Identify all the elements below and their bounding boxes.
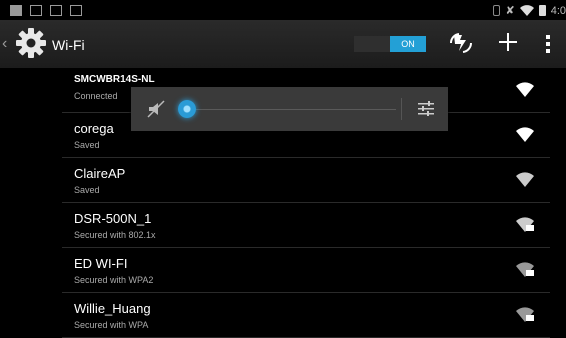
network-ssid: ED WI-FI — [74, 256, 128, 271]
picture-icon — [10, 5, 22, 16]
gear-icon[interactable] — [14, 26, 48, 60]
status-notifications — [10, 5, 82, 16]
wifi-toggle[interactable]: ON — [354, 36, 426, 52]
network-status: Secured with WPA — [74, 320, 149, 330]
status-indicators: ✘ 4:0 — [493, 4, 566, 17]
sdcard-icon — [50, 5, 62, 16]
wifi-signal-icon — [516, 127, 534, 142]
network-status: Secured with WPA2 — [74, 275, 154, 285]
network-status: Saved — [74, 140, 100, 150]
wifi-icon — [519, 5, 534, 16]
wifi-toggle-on-label: ON — [390, 36, 426, 52]
status-bar: ✘ 4:0 — [0, 0, 566, 20]
wifi-lock-icon — [516, 307, 534, 322]
mute-icon: ✘ — [505, 5, 515, 17]
sound-settings-icon[interactable] — [416, 99, 436, 119]
mute-icon[interactable] — [146, 99, 166, 119]
divider — [401, 98, 402, 120]
add-network-icon[interactable] — [496, 30, 520, 54]
network-ssid: SMCWBR14S-NL — [74, 74, 155, 85]
network-status: Secured with 802.1x — [74, 230, 156, 240]
bluetooth-icon — [493, 5, 501, 16]
image-icon — [70, 5, 82, 16]
volume-popup — [131, 87, 448, 131]
wifi-lock-icon — [516, 262, 534, 277]
network-ssid: Willie_Huang — [74, 301, 151, 316]
wifi-signal-icon — [516, 82, 534, 97]
wifi-lock-icon — [516, 217, 534, 232]
network-ssid: ClaireAP — [74, 166, 126, 181]
back-chevron-icon[interactable]: ‹ — [2, 36, 7, 52]
notification-icon — [30, 5, 42, 16]
network-ssid: corega — [74, 121, 114, 136]
network-row[interactable]: Willie_Huang Secured with WPA — [62, 293, 550, 338]
network-row[interactable]: DSR-500N_1 Secured with 802.1x — [62, 203, 550, 248]
network-status: Connected — [74, 91, 118, 101]
network-row[interactable]: ClaireAP Saved — [62, 158, 550, 203]
volume-slider-track[interactable] — [186, 109, 396, 110]
scan-refresh-icon[interactable] — [448, 32, 474, 54]
action-bar: ‹ Wi-Fi ON — [0, 20, 566, 69]
battery-icon — [538, 5, 546, 16]
status-time: 4:0 — [550, 4, 566, 17]
overflow-menu-icon[interactable] — [545, 34, 551, 54]
network-row[interactable]: ED WI-FI Secured with WPA2 — [62, 248, 550, 293]
page-title: Wi-Fi — [52, 37, 85, 53]
network-status: Saved — [74, 185, 100, 195]
wifi-signal-icon — [516, 172, 534, 187]
network-ssid: DSR-500N_1 — [74, 211, 152, 226]
volume-slider-thumb[interactable] — [178, 100, 196, 118]
